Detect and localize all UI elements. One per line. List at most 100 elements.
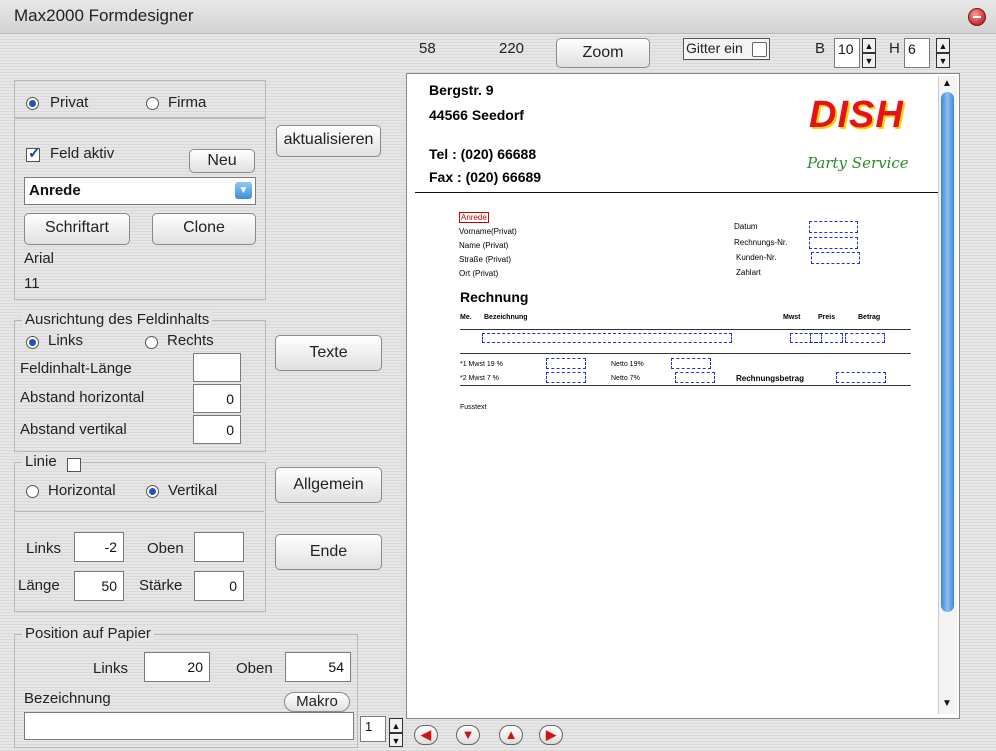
scroll-up-icon[interactable]: ▲ — [942, 78, 952, 89]
rechnungsbetrag-box[interactable] — [836, 372, 886, 383]
grid-toggle[interactable]: Gitter ein — [683, 38, 770, 60]
item-preis-box[interactable] — [810, 333, 843, 343]
address-line1: Bergstr. 9 — [429, 82, 494, 98]
field-select[interactable]: Anrede ▼ — [24, 177, 256, 205]
total-line — [460, 385, 911, 386]
radio-links[interactable] — [26, 336, 39, 349]
tel-line: Tel : (020) 66688 — [429, 146, 537, 162]
mwst2-label[interactable]: *2 Mwst 7 % — [460, 375, 499, 382]
b-down-icon[interactable]: ▼ — [862, 53, 876, 68]
position-oben-field[interactable]: 54 — [285, 652, 351, 682]
v-dist-field[interactable]: 0 — [193, 415, 241, 444]
radio-firma[interactable] — [146, 97, 159, 110]
col-bezeichnung[interactable]: Bezeichnung — [484, 314, 528, 321]
field-datum-box[interactable] — [809, 221, 858, 233]
font-button[interactable]: Schriftart — [24, 213, 130, 245]
designation-field[interactable] — [24, 712, 354, 740]
fax-line: Fax : (020) 66689 — [429, 169, 542, 185]
netto1-box[interactable] — [671, 358, 711, 369]
field-rechnungs-nr-box[interactable] — [809, 237, 858, 249]
netto1-label[interactable]: Netto 19% — [611, 361, 644, 368]
zoom-button[interactable]: Zoom — [556, 38, 650, 68]
designation-label: Bezeichnung — [24, 690, 111, 707]
fusstext-label[interactable]: Fusstext — [460, 404, 486, 411]
clone-button[interactable]: Clone — [152, 213, 256, 245]
arrow-down-icon[interactable]: ▼ — [456, 725, 480, 745]
col-preis[interactable]: Preis — [818, 314, 835, 321]
line-length-field[interactable]: 50 — [74, 571, 124, 601]
grid-checkbox[interactable] — [752, 42, 767, 57]
invoice-heading[interactable]: Rechnung — [460, 289, 528, 305]
arrow-right-icon[interactable]: ▶ — [539, 725, 563, 745]
mwst2-box[interactable] — [546, 372, 586, 383]
line-oben-label: Oben — [147, 540, 184, 557]
h-dist-label: Abstand horizontal — [20, 389, 145, 406]
logo-dish: DISH — [809, 94, 904, 136]
rechnungsbetrag-label[interactable]: Rechnungsbetrag — [736, 374, 804, 383]
length-field[interactable] — [193, 353, 241, 382]
netto2-box[interactable] — [675, 372, 715, 383]
h-dist-field[interactable]: 0 — [193, 384, 241, 413]
radio-rechts[interactable] — [145, 336, 158, 349]
texte-button[interactable]: Texte — [275, 335, 382, 371]
label-datum[interactable]: Datum — [734, 222, 758, 231]
page-up-icon[interactable]: ▲ — [389, 718, 403, 733]
radio-horizontal[interactable] — [26, 485, 39, 498]
line-checkbox[interactable] — [67, 458, 81, 472]
field-vorname[interactable]: Vorname(Privat) — [459, 227, 517, 236]
arrow-left-icon[interactable]: ◀ — [414, 725, 438, 745]
mwst1-box[interactable] — [546, 358, 586, 369]
radio-vertikal[interactable] — [146, 485, 159, 498]
update-button[interactable]: aktualisieren — [276, 125, 381, 157]
item-bez-box[interactable] — [482, 333, 732, 343]
field-kunden-nr-box[interactable] — [811, 252, 860, 264]
netto2-label[interactable]: Netto 7% — [611, 375, 640, 382]
h-up-icon[interactable]: ▲ — [936, 38, 950, 53]
allgemein-button[interactable]: Allgemein — [275, 467, 382, 503]
page-down-icon[interactable]: ▼ — [389, 733, 403, 747]
alignment-legend: Ausrichtung des Feldinhalts — [22, 311, 213, 328]
item-betrag-box[interactable] — [845, 333, 885, 343]
line-thickness-label: Stärke — [139, 577, 183, 594]
new-button[interactable]: Neu — [189, 149, 255, 173]
h-value-field[interactable]: 6 — [904, 38, 930, 68]
ende-button[interactable]: Ende — [275, 534, 382, 570]
grid-toggle-label: Gitter ein — [686, 40, 743, 56]
field-strasse[interactable]: Straße (Privat) — [459, 255, 511, 264]
scroll-down-icon[interactable]: ▼ — [942, 698, 952, 709]
line-oben-field[interactable] — [194, 532, 244, 562]
label-kunden-nr[interactable]: Kunden-Nr. — [736, 253, 776, 262]
form-preview[interactable]: Bergstr. 9 44566 Seedorf Tel : (020) 666… — [406, 73, 960, 719]
check-icon: ✓ — [28, 145, 41, 162]
b-value-field[interactable]: 10 — [834, 38, 860, 68]
line-links-field[interactable]: -2 — [74, 532, 124, 562]
col-me[interactable]: Me. — [460, 314, 472, 321]
page-number-field[interactable]: 1 — [360, 716, 386, 742]
field-active-checkbox[interactable]: ✓ — [26, 145, 41, 162]
mwst1-label[interactable]: *1 Mwst 19 % — [460, 361, 503, 368]
radio-privat[interactable] — [26, 97, 39, 110]
scroll-thumb[interactable] — [941, 92, 954, 612]
line-length-label: Länge — [18, 577, 60, 594]
h-down-icon[interactable]: ▼ — [936, 53, 950, 68]
table-footer-line — [460, 353, 911, 354]
b-label: B — [815, 40, 826, 57]
field-ort[interactable]: Ort (Privat) — [459, 269, 498, 278]
chevron-down-icon[interactable]: ▼ — [235, 182, 252, 199]
field-name[interactable]: Name (Privat) — [459, 241, 508, 250]
label-zahlart[interactable]: Zahlart — [736, 268, 761, 277]
col-mwst[interactable]: Mwst — [783, 314, 801, 321]
radio-links-label: Links — [48, 332, 84, 349]
field-anrede[interactable]: Anrede — [459, 212, 489, 223]
line-thickness-field[interactable]: 0 — [194, 571, 244, 601]
logo-party-service: Party Service — [807, 154, 909, 172]
makro-button[interactable]: Makro — [284, 692, 350, 712]
close-button[interactable] — [968, 8, 986, 26]
label-rechnungs-nr[interactable]: Rechnungs-Nr. — [734, 238, 787, 247]
v-dist-label: Abstand vertikal — [20, 421, 127, 438]
position-links-field[interactable]: 20 — [144, 652, 210, 682]
col-betrag[interactable]: Betrag — [858, 314, 880, 321]
arrow-up-icon[interactable]: ▲ — [499, 725, 523, 745]
line-links-label: Links — [26, 540, 62, 557]
b-up-icon[interactable]: ▲ — [862, 38, 876, 53]
